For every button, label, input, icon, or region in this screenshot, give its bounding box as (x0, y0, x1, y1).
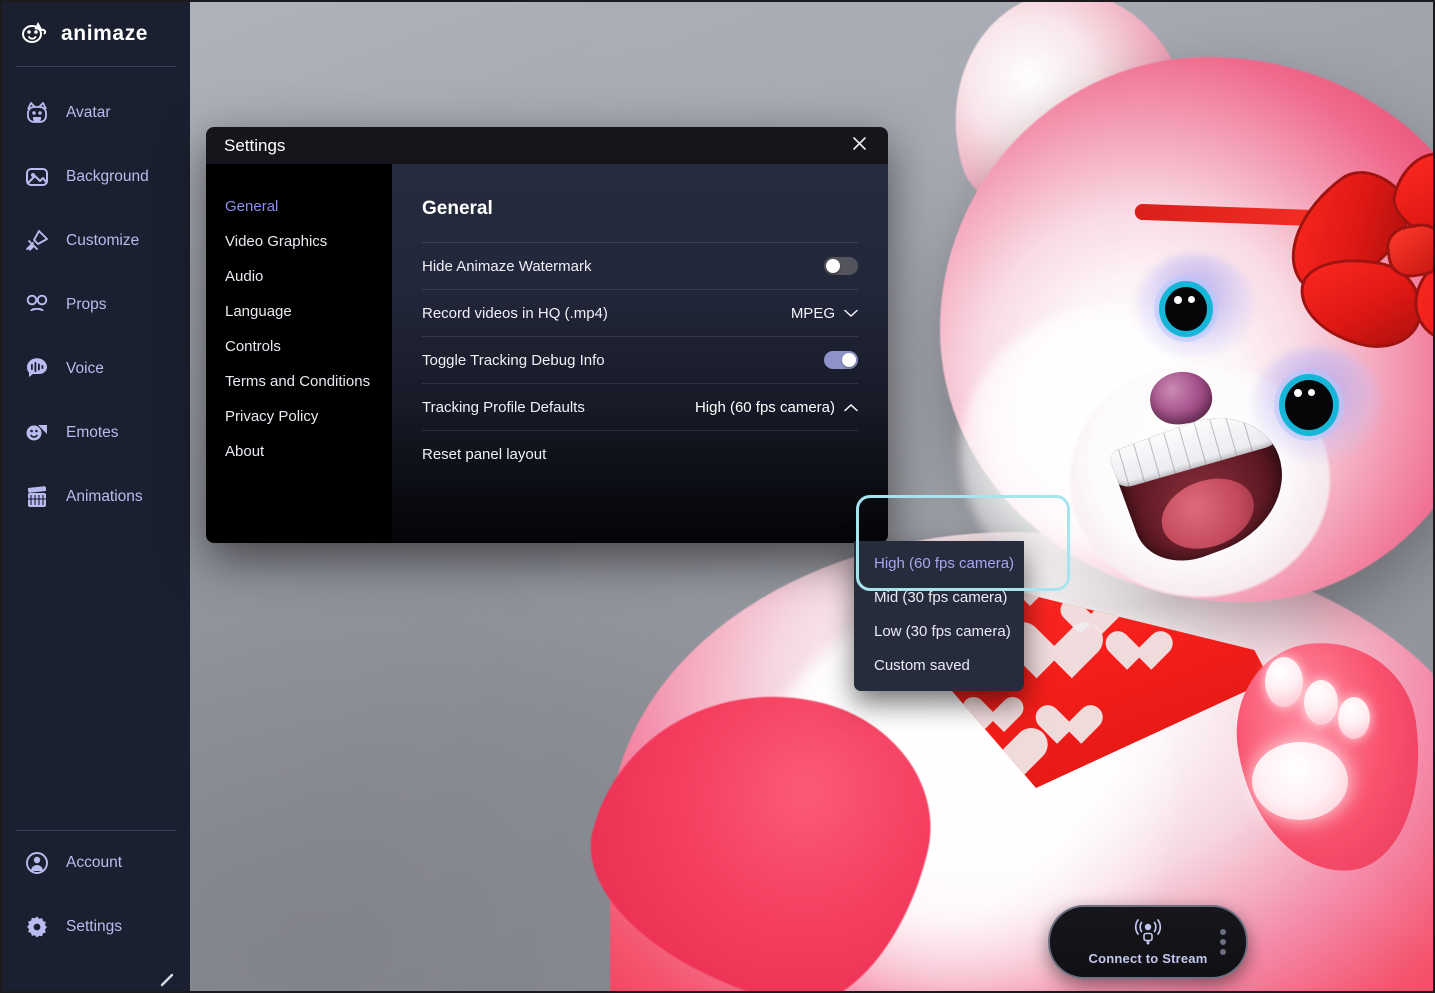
avatar-paw-pad (1252, 742, 1348, 820)
settings-nav-about[interactable]: About (206, 434, 392, 469)
avatar-eye-right (1285, 380, 1333, 430)
sidebar-item-label: Avatar (66, 104, 111, 121)
setting-row-reset-panel-layout[interactable]: Reset panel layout (422, 430, 858, 477)
setting-row-tracking-debug: Toggle Tracking Debug Info (422, 336, 858, 383)
sidebar-item-settings[interactable]: Settings (2, 895, 190, 959)
record-format-value: MPEG (790, 304, 835, 322)
app-window: Connect to Stream animaze Avatar Backgro… (0, 0, 1435, 993)
page-title: General (422, 198, 493, 219)
setting-row-tracking-profile: Tracking Profile Defaults High (60 fps c… (422, 383, 858, 430)
close-icon[interactable] (847, 133, 872, 158)
sidebar: animaze Avatar Background Customize Prop… (2, 2, 190, 991)
sidebar-item-props[interactable]: Props (2, 273, 190, 337)
animaze-mascot-icon (18, 20, 52, 48)
settings-title: Settings (224, 135, 286, 155)
settings-dialog: Settings General Video Graphics Audio La… (206, 127, 1070, 691)
setting-label: Tracking Profile Defaults (422, 398, 585, 416)
settings-nav: General Video Graphics Audio Language Co… (206, 164, 392, 543)
chevron-down-icon (844, 305, 858, 322)
sidebar-item-label: Background (66, 168, 149, 185)
glasses-icon (24, 292, 50, 318)
connect-to-stream-label: Connect to Stream (1088, 950, 1208, 966)
sidebar-item-background[interactable]: Background (2, 145, 190, 209)
sidebar-item-account[interactable]: Account (2, 831, 190, 895)
sidebar-item-avatar[interactable]: Avatar (2, 81, 190, 145)
settings-nav-audio[interactable]: Audio (206, 259, 392, 294)
emote-icon (24, 420, 50, 446)
avatar-toe (1304, 680, 1338, 725)
setting-label: Reset panel layout (422, 445, 547, 463)
window-resize-strip (2, 965, 190, 991)
hide-watermark-toggle[interactable] (824, 257, 858, 275)
tracking-debug-toggle[interactable] (824, 351, 858, 369)
sidebar-item-label: Emotes (66, 424, 119, 441)
avatar-icon (24, 100, 50, 126)
dropdown-option-high[interactable]: High (60 fps camera) (854, 547, 1024, 581)
settings-nav-terms-and-conditions[interactable]: Terms and Conditions (206, 364, 392, 399)
dropdown-option-mid[interactable]: Mid (30 fps camera) (854, 581, 1024, 615)
setting-label: Toggle Tracking Debug Info (422, 351, 605, 369)
setting-label: Record videos in HQ (.mp4) (422, 304, 608, 322)
more-vertical-icon[interactable] (1220, 929, 1226, 955)
settings-content: General Hide Animaze Watermark Record vi… (392, 164, 888, 543)
setting-row-record-hq: Record videos in HQ (.mp4) MPEG (422, 289, 858, 336)
tracking-profile-value: High (60 fps camera) (694, 398, 835, 416)
settings-nav-general[interactable]: General (206, 189, 392, 224)
connect-to-stream-button[interactable]: Connect to Stream (1048, 905, 1248, 979)
sidebar-bottom-nav: Account Settings (2, 831, 190, 965)
sidebar-item-customize[interactable]: Customize (2, 209, 190, 273)
sidebar-nav: Avatar Background Customize Props Voice … (2, 67, 190, 830)
sidebar-item-label: Settings (66, 918, 123, 935)
image-icon (24, 164, 50, 190)
sidebar-item-label: Props (66, 296, 107, 313)
resize-handle-icon[interactable] (160, 973, 174, 987)
settings-titlebar: Settings (206, 127, 888, 164)
brand-label: animaze (61, 22, 149, 45)
settings-nav-language[interactable]: Language (206, 294, 392, 329)
avatar-toe (1338, 697, 1370, 739)
clapperboard-icon (24, 484, 50, 510)
settings-body: General Video Graphics Audio Language Co… (206, 164, 888, 543)
dropdown-option-custom-saved[interactable]: Custom saved (854, 649, 1024, 683)
sidebar-item-label: Voice (66, 360, 104, 377)
settings-nav-privacy-policy[interactable]: Privacy Policy (206, 399, 392, 434)
sidebar-item-animations[interactable]: Animations (2, 465, 190, 529)
avatar-eye-left (1165, 287, 1207, 331)
avatar-toe (1265, 657, 1303, 707)
dropdown-option-low[interactable]: Low (30 fps camera) (854, 615, 1024, 649)
gear-icon (24, 914, 50, 940)
settings-nav-controls[interactable]: Controls (206, 329, 392, 364)
setting-label: Hide Animaze Watermark (422, 257, 592, 275)
sidebar-item-label: Account (66, 854, 123, 871)
sidebar-item-voice[interactable]: Voice (2, 337, 190, 401)
broadcast-plug-icon (1131, 918, 1165, 950)
brush-icon (24, 228, 50, 254)
app-logo[interactable]: animaze (2, 2, 190, 66)
chevron-up-icon (844, 399, 858, 416)
record-format-select[interactable]: MPEG (791, 305, 858, 322)
sidebar-item-label: Animations (66, 488, 143, 505)
voice-icon (24, 356, 50, 382)
sidebar-item-label: Customize (66, 232, 140, 249)
tracking-profile-dropdown-menu: High (60 fps camera) Mid (30 fps camera)… (854, 541, 1024, 691)
person-icon (24, 850, 50, 876)
setting-row-hide-watermark: Hide Animaze Watermark (422, 242, 858, 289)
sidebar-item-emotes[interactable]: Emotes (2, 401, 190, 465)
tracking-profile-dropdown-trigger[interactable]: High (60 fps camera) (695, 399, 858, 416)
settings-nav-video-graphics[interactable]: Video Graphics (206, 224, 392, 259)
